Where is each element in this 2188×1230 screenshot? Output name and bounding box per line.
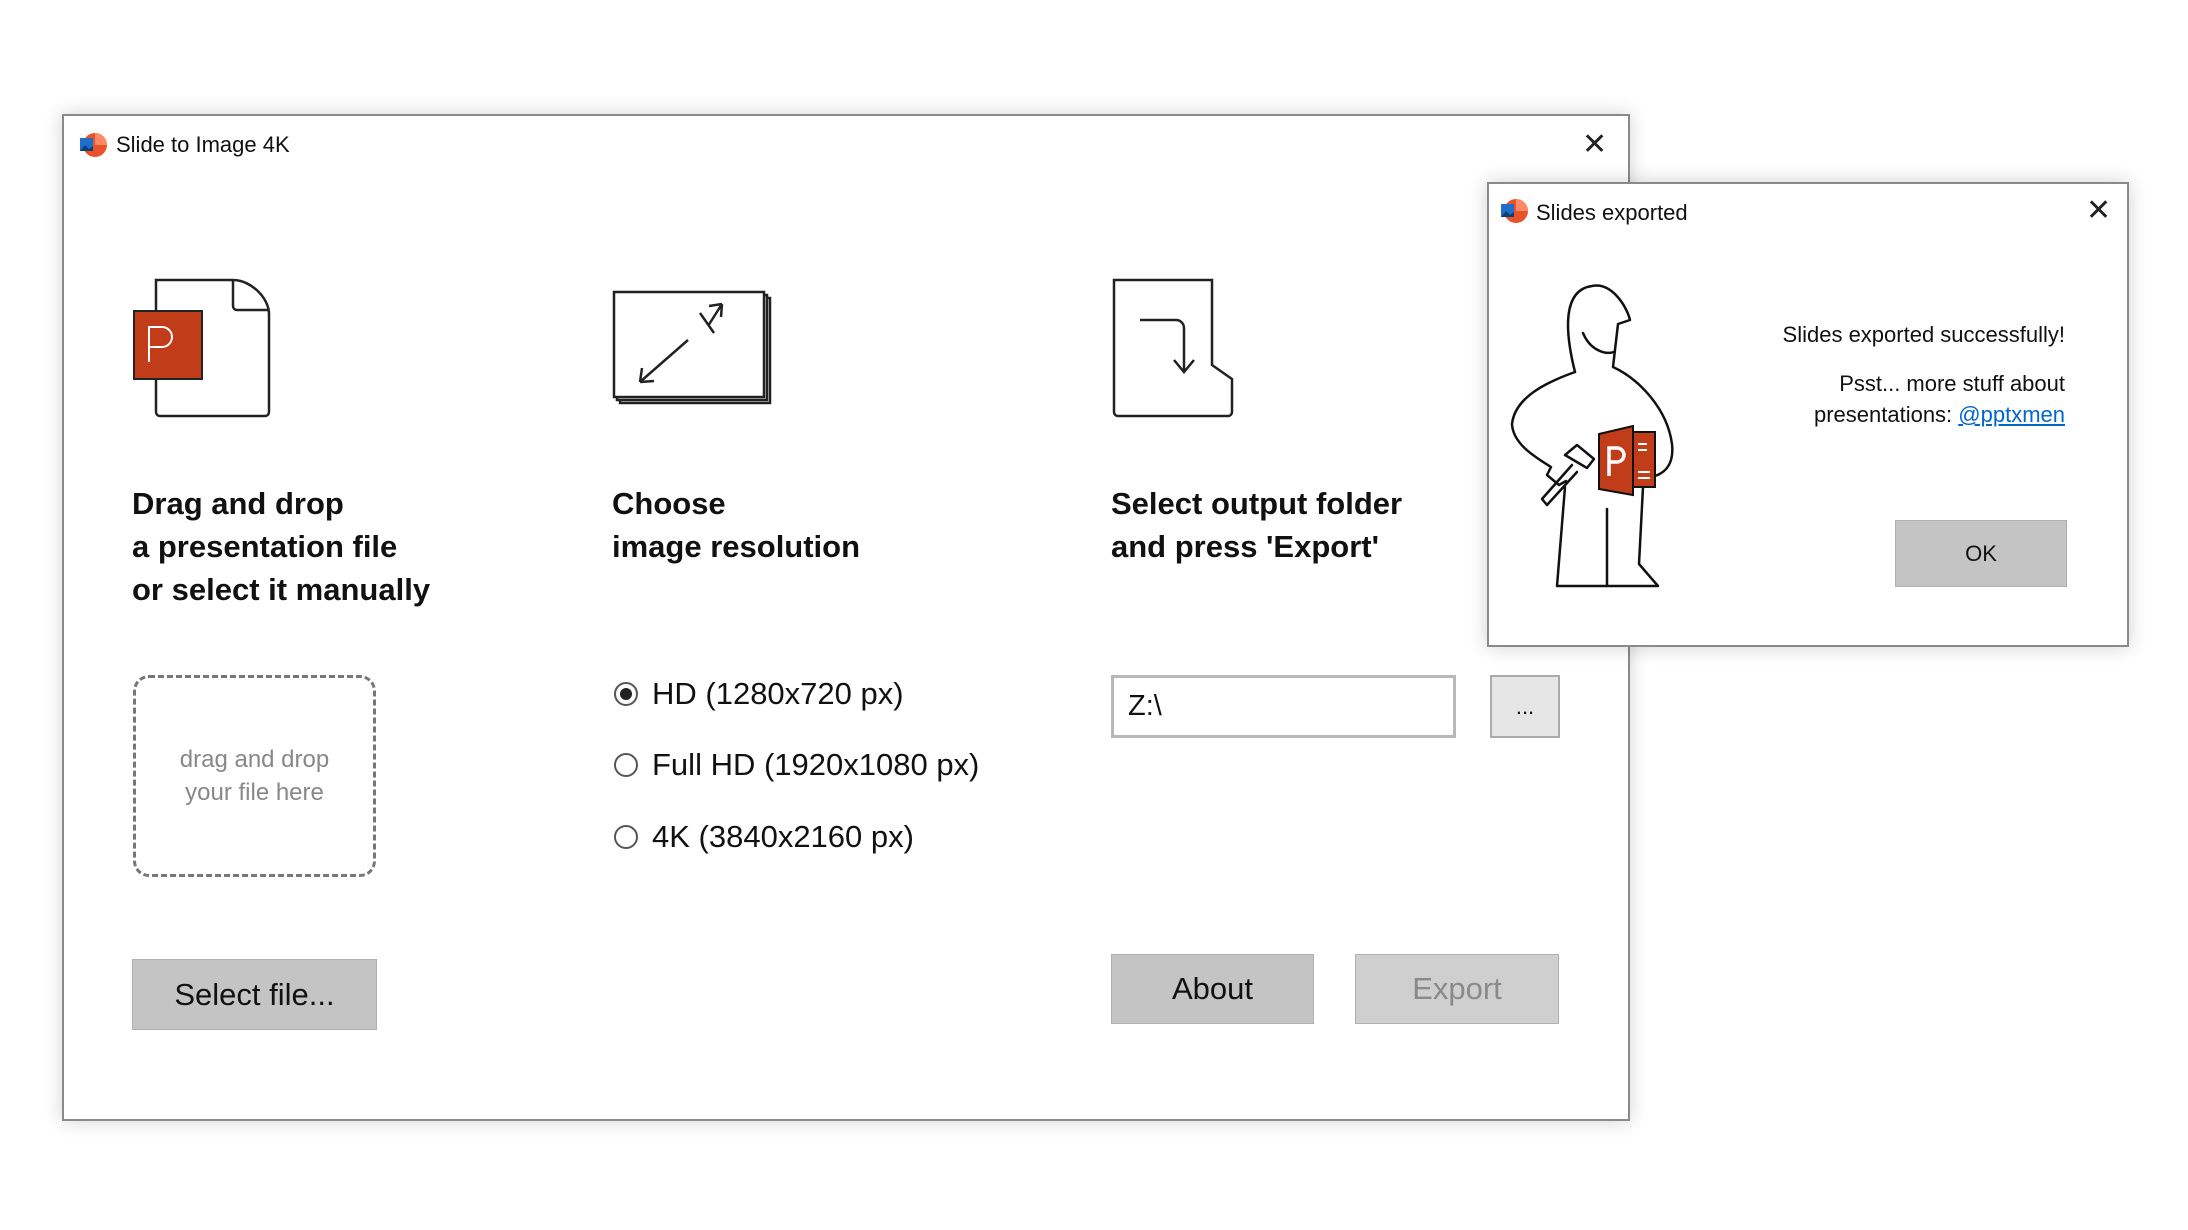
- radio-4k[interactable]: 4K (3840x2160 px): [614, 819, 914, 855]
- window-title: Slide to Image 4K: [116, 132, 290, 157]
- drop-zone[interactable]: drag and drop your file here: [133, 675, 376, 877]
- mascot-illustration: [1510, 284, 1674, 588]
- radio-label: 4K (3840x2160 px): [652, 819, 914, 854]
- export-dialog: Slides exported ✕ Slides exported succes…: [1487, 182, 2129, 647]
- resize-icon: [612, 290, 772, 405]
- radio-icon[interactable]: [614, 825, 638, 849]
- dialog-title: Slides exported: [1536, 200, 1688, 225]
- pptxmen-link[interactable]: @pptxmen: [1958, 402, 2065, 427]
- step3-heading: Select output folder and press 'Export': [1111, 482, 1402, 568]
- radio-label: Full HD (1920x1080 px): [652, 747, 980, 782]
- close-icon[interactable]: ✕: [2086, 196, 2111, 226]
- promo-text: presentations:: [1813, 402, 1959, 427]
- dialog-message-block: Slides exported successfully! Psst... mo…: [1783, 319, 2065, 430]
- radio-selected-icon[interactable]: [614, 682, 638, 706]
- export-button[interactable]: Export: [1355, 954, 1559, 1024]
- output-path-input[interactable]: Z:\: [1111, 675, 1456, 738]
- radio-label: HD (1280x720 px): [652, 676, 904, 711]
- ok-button[interactable]: OK: [1895, 520, 2067, 587]
- radio-hd[interactable]: HD (1280x720 px): [614, 676, 904, 712]
- radio-icon[interactable]: [614, 753, 638, 777]
- app-icon: [1501, 199, 1528, 223]
- promo-line: Psst... more stuff about: [1839, 371, 2065, 396]
- success-message: Slides exported successfully!: [1782, 322, 2065, 347]
- main-window: Slide to Image 4K ✕ Drag and drop a pres…: [62, 114, 1630, 1121]
- drop-zone-text: drag and drop: [179, 746, 330, 773]
- heading-line: Drag and drop: [132, 486, 344, 521]
- close-icon[interactable]: ✕: [1582, 130, 1607, 160]
- export-folder-icon: [1112, 278, 1234, 418]
- heading-line: image resolution: [612, 529, 861, 564]
- browse-button[interactable]: ...: [1490, 675, 1560, 738]
- powerpoint-file-icon: [133, 278, 271, 418]
- step1-heading: Drag and drop a presentation file or sel…: [132, 482, 430, 611]
- select-file-button[interactable]: Select file...: [132, 959, 377, 1030]
- drop-zone-text: your file here: [185, 779, 324, 806]
- about-button[interactable]: About: [1111, 954, 1314, 1024]
- heading-line: and press 'Export': [1111, 529, 1379, 564]
- heading-line: Select output folder: [1111, 486, 1403, 521]
- app-icon: [80, 133, 107, 157]
- heading-line: or select it manually: [132, 572, 431, 607]
- heading-line: a presentation file: [132, 529, 398, 564]
- promo-line: presentations: @pptxmen: [1783, 399, 2065, 430]
- step2-heading: Choose image resolution: [612, 482, 860, 568]
- radio-full-hd[interactable]: Full HD (1920x1080 px): [614, 747, 979, 783]
- heading-line: Choose: [612, 486, 726, 521]
